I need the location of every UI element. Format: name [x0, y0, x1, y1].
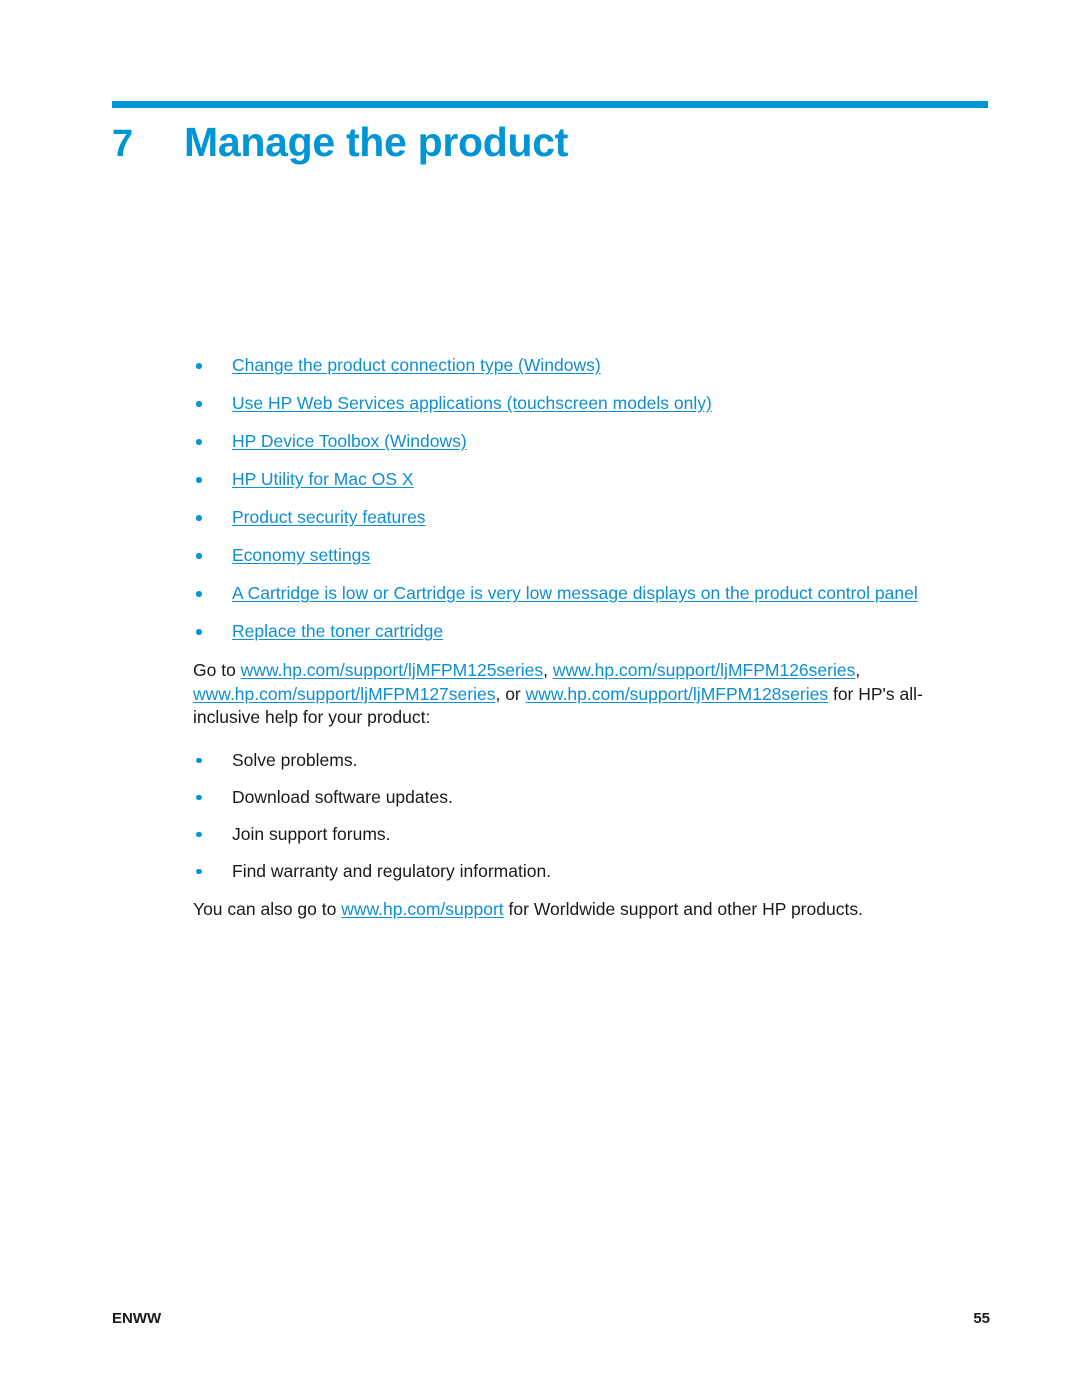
support-benefits-list: Solve problems. Download software update…: [193, 750, 953, 881]
separator: ,: [855, 660, 861, 680]
list-item-label: Join support forums.: [232, 823, 391, 844]
worldwide-support-paragraph: You can also go to www.hp.com/support fo…: [193, 898, 953, 922]
page-title: Manage the product: [184, 119, 569, 165]
document-page: 7 Manage the product Change the product …: [0, 0, 1080, 1397]
toc-link[interactable]: Product security features: [232, 507, 426, 527]
list-item-label: Solve problems.: [232, 749, 358, 770]
list-item[interactable]: Product security features: [193, 507, 953, 527]
list-item: Solve problems.: [193, 750, 953, 770]
worldwide-support-link[interactable]: www.hp.com/support: [341, 899, 503, 919]
list-item[interactable]: Change the product connection type (Wind…: [193, 355, 953, 375]
toc-link[interactable]: Replace the toner cartridge: [232, 621, 443, 641]
list-item: Download software updates.: [193, 787, 953, 807]
list-item: Join support forums.: [193, 824, 953, 844]
list-item[interactable]: HP Utility for Mac OS X: [193, 469, 953, 489]
chapter-toc-list: Change the product connection type (Wind…: [193, 355, 953, 641]
list-item[interactable]: A Cartridge is low or Cartridge is very …: [193, 583, 953, 603]
chapter-number: 7: [112, 123, 133, 165]
footer-locale-label: ENWW: [112, 1310, 162, 1327]
support-url-link-126[interactable]: www.hp.com/support/ljMFPM126series: [553, 660, 855, 680]
paragraph-tail: for Worldwide support and other HP produ…: [503, 898, 863, 919]
chapter-rule: [112, 101, 988, 108]
toc-link[interactable]: HP Utility for Mac OS X: [232, 469, 414, 489]
chapter-heading: 7 Manage the product: [112, 118, 992, 168]
support-url-link-128[interactable]: www.hp.com/support/ljMFPM128series: [526, 684, 828, 704]
support-urls-paragraph: Go to www.hp.com/support/ljMFPM125series…: [193, 659, 948, 730]
toc-link[interactable]: Use HP Web Services applications (touchs…: [232, 393, 712, 413]
list-item[interactable]: HP Device Toolbox (Windows): [193, 431, 953, 451]
toc-link[interactable]: HP Device Toolbox (Windows): [232, 431, 467, 451]
list-item[interactable]: Economy settings: [193, 545, 953, 565]
paragraph-lead: Go to: [193, 660, 241, 680]
separator: ,: [543, 660, 553, 680]
list-item[interactable]: Replace the toner cartridge: [193, 621, 953, 641]
toc-link[interactable]: Change the product connection type (Wind…: [232, 355, 601, 375]
list-item: Find warranty and regulatory information…: [193, 861, 953, 881]
separator: , or: [495, 683, 526, 704]
list-item-label: Download software updates.: [232, 786, 453, 807]
list-item[interactable]: Use HP Web Services applications (touchs…: [193, 393, 953, 413]
toc-link[interactable]: Economy settings: [232, 545, 370, 565]
toc-link[interactable]: A Cartridge is low or Cartridge is very …: [232, 583, 918, 603]
list-item-label: Find warranty and regulatory information…: [232, 860, 552, 881]
content-column: Change the product connection type (Wind…: [193, 355, 953, 921]
page-footer: ENWW 55: [112, 1310, 990, 1327]
page-number: 55: [973, 1310, 990, 1327]
support-url-link-125[interactable]: www.hp.com/support/ljMFPM125series: [241, 660, 543, 680]
support-url-link-127[interactable]: www.hp.com/support/ljMFPM127series: [193, 684, 495, 704]
paragraph-lead: You can also go to: [193, 898, 342, 919]
